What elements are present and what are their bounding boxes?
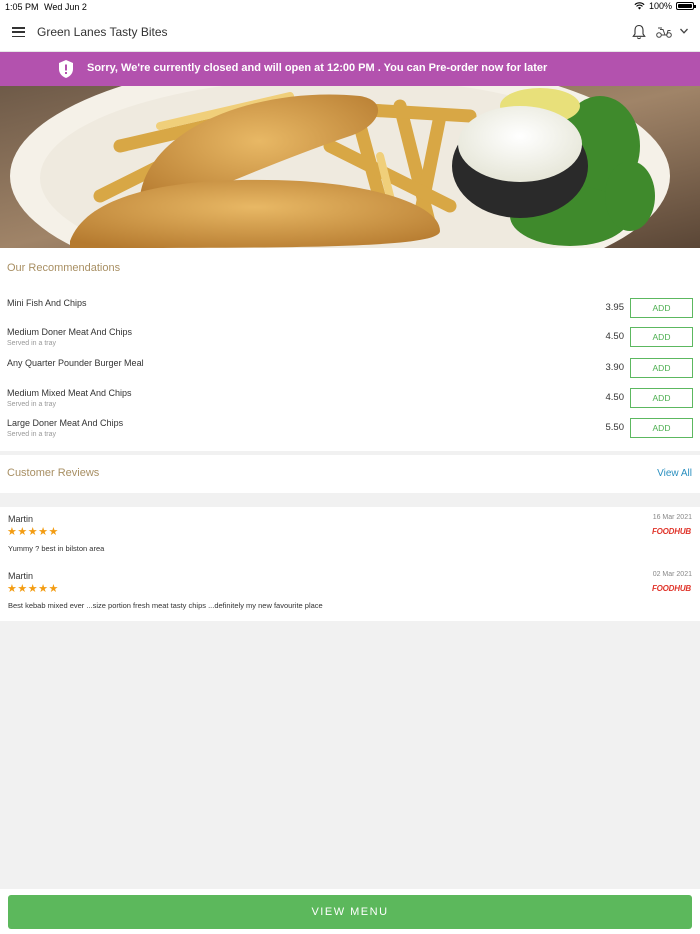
recommendations-section: Our Recommendations Mini Fish And Chips … — [0, 248, 700, 451]
item-desc: Served in a tray — [7, 431, 57, 438]
wifi-icon — [634, 2, 645, 10]
star-rating: ★★★★★ — [7, 526, 59, 538]
item-price: 5.50 — [605, 422, 625, 433]
status-bar: 1:05 PM Wed Jun 2 100% — [0, 0, 700, 14]
item-desc: Served in a tray — [7, 340, 57, 347]
recommendation-item: Large Doner Meat And Chips Served in a t… — [0, 418, 700, 448]
status-right: 100% — [634, 1, 696, 11]
item-name: Mini Fish And Chips — [7, 298, 87, 308]
reviewer-name: Martin — [8, 571, 34, 581]
status-date: Wed Jun 2 — [44, 2, 87, 12]
add-button[interactable]: ADD — [630, 327, 693, 347]
app-header: Green Lanes Tasty Bites — [0, 14, 700, 52]
menu-icon[interactable] — [12, 27, 25, 38]
foodhub-logo: FOODHUB — [651, 584, 691, 593]
store-name: Green Lanes Tasty Bites — [37, 25, 168, 39]
bottom-bar: VIEW MENU — [0, 889, 700, 934]
add-button[interactable]: ADD — [630, 418, 693, 438]
recommendations-title: Our Recommendations — [7, 262, 121, 274]
reviews-list: Martin ★★★★★ Yummy ? best in bilston are… — [0, 507, 700, 621]
item-price: 4.50 — [605, 392, 625, 403]
item-name: Medium Doner Meat And Chips — [7, 327, 133, 337]
item-price: 4.50 — [605, 331, 625, 342]
add-button[interactable]: ADD — [630, 358, 693, 378]
item-name: Medium Mixed Meat And Chips — [7, 388, 132, 398]
recommendation-item: Any Quarter Pounder Burger Meal 3.90 ADD — [0, 358, 700, 388]
chevron-down-icon[interactable] — [679, 27, 689, 35]
star-rating: ★★★★★ — [7, 583, 59, 595]
bell-icon[interactable] — [632, 24, 646, 40]
add-button[interactable]: ADD — [630, 298, 693, 318]
recommendation-item: Medium Mixed Meat And Chips Served in a … — [0, 388, 700, 418]
battery-percent: 100% — [648, 1, 672, 11]
review-text: Best kebab mixed ever ...size portion fr… — [8, 601, 323, 610]
recommendation-item: Medium Doner Meat And Chips Served in a … — [0, 327, 700, 357]
hero-food-image — [0, 86, 700, 248]
review-date: 16 Mar 2021 — [652, 514, 692, 521]
reviewer-name: Martin — [8, 514, 34, 524]
view-menu-button[interactable]: VIEW MENU — [8, 895, 692, 929]
add-button[interactable]: ADD — [630, 388, 693, 408]
item-price: 3.90 — [605, 362, 625, 373]
review-item: Martin ★★★★★ Best kebab mixed ever ...si… — [0, 571, 700, 621]
reviews-header: Customer Reviews View All — [0, 455, 700, 493]
shield-alert-icon — [59, 60, 73, 78]
closed-message: Sorry, We're currently closed and will o… — [87, 62, 548, 74]
item-name: Any Quarter Pounder Burger Meal — [7, 358, 144, 368]
review-text: Yummy ? best in bilston area — [8, 544, 105, 553]
recommendation-item: Mini Fish And Chips 3.95 ADD — [0, 298, 700, 328]
item-desc: Served in a tray — [7, 401, 57, 408]
reviews-title: Customer Reviews — [7, 467, 100, 479]
review-date: 02 Mar 2021 — [652, 571, 692, 578]
view-all-link[interactable]: View All — [657, 468, 692, 479]
delivery-scooter-icon[interactable] — [655, 26, 673, 38]
battery-icon — [676, 2, 696, 10]
closed-banner: Sorry, We're currently closed and will o… — [0, 52, 700, 86]
review-item: Martin ★★★★★ Yummy ? best in bilston are… — [0, 514, 700, 564]
foodhub-logo: FOODHUB — [651, 527, 691, 536]
status-time: 1:05 PM — [5, 2, 39, 12]
item-name: Large Doner Meat And Chips — [7, 418, 124, 428]
item-price: 3.95 — [605, 302, 625, 313]
